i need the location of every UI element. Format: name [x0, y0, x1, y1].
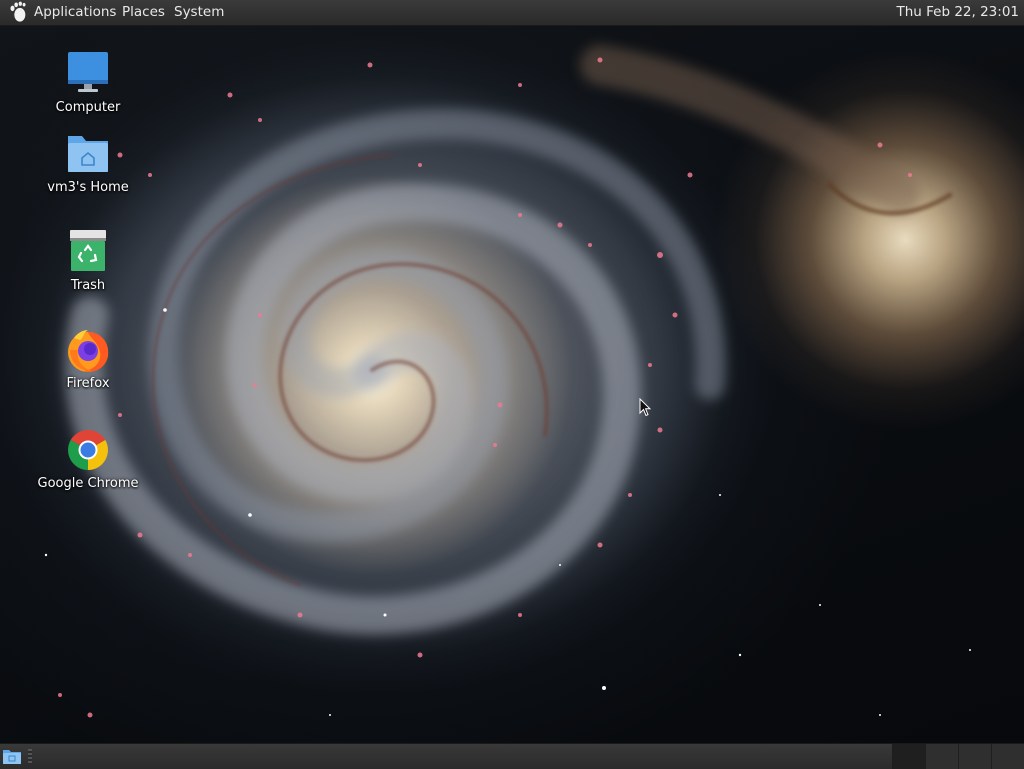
- desktop-icon-label: vm3's Home: [47, 180, 129, 195]
- workspace-4[interactable]: [991, 744, 1024, 769]
- firefox-icon: [68, 330, 109, 372]
- gnome-foot-icon[interactable]: [7, 1, 29, 23]
- desktop-icon-label: Trash: [70, 278, 106, 293]
- top-panel: Applications Places System Thu Feb 22, 2…: [0, 0, 1024, 26]
- panel-drag-handle[interactable]: [28, 749, 32, 764]
- show-desktop-icon[interactable]: [2, 748, 22, 765]
- workspace-2[interactable]: [925, 744, 958, 769]
- workspace-1[interactable]: [892, 744, 925, 769]
- trash-icon: [70, 230, 106, 271]
- workspace-3[interactable]: [958, 744, 991, 769]
- mouse-cursor-icon: [639, 398, 651, 417]
- chrome-icon: [68, 430, 108, 470]
- desktop-icon-trash[interactable]: Trash: [33, 228, 143, 293]
- galaxy-arms: [44, 45, 971, 718]
- desktop-icon-label: Google Chrome: [37, 476, 139, 491]
- places-menu[interactable]: Places: [122, 4, 165, 21]
- system-menu[interactable]: System: [174, 4, 224, 21]
- desktop-icon-label: Firefox: [66, 376, 110, 391]
- desktop-icon-chrome[interactable]: Google Chrome: [33, 426, 143, 491]
- computer-monitor-icon: [68, 52, 108, 92]
- applications-menu[interactable]: Applications: [34, 4, 116, 21]
- bottom-panel: [0, 743, 1024, 769]
- desktop-icon-firefox[interactable]: Firefox: [33, 326, 143, 391]
- workspace-switcher: [892, 744, 1024, 769]
- desktop-icon-home[interactable]: vm3's Home: [33, 130, 143, 195]
- desktop-icon-computer[interactable]: Computer: [33, 50, 143, 115]
- desktop-wallpaper[interactable]: [0, 25, 1024, 743]
- desktop-icon-label: Computer: [55, 100, 121, 115]
- clock[interactable]: Thu Feb 22, 23:01: [896, 4, 1019, 21]
- home-folder-icon: [68, 136, 108, 172]
